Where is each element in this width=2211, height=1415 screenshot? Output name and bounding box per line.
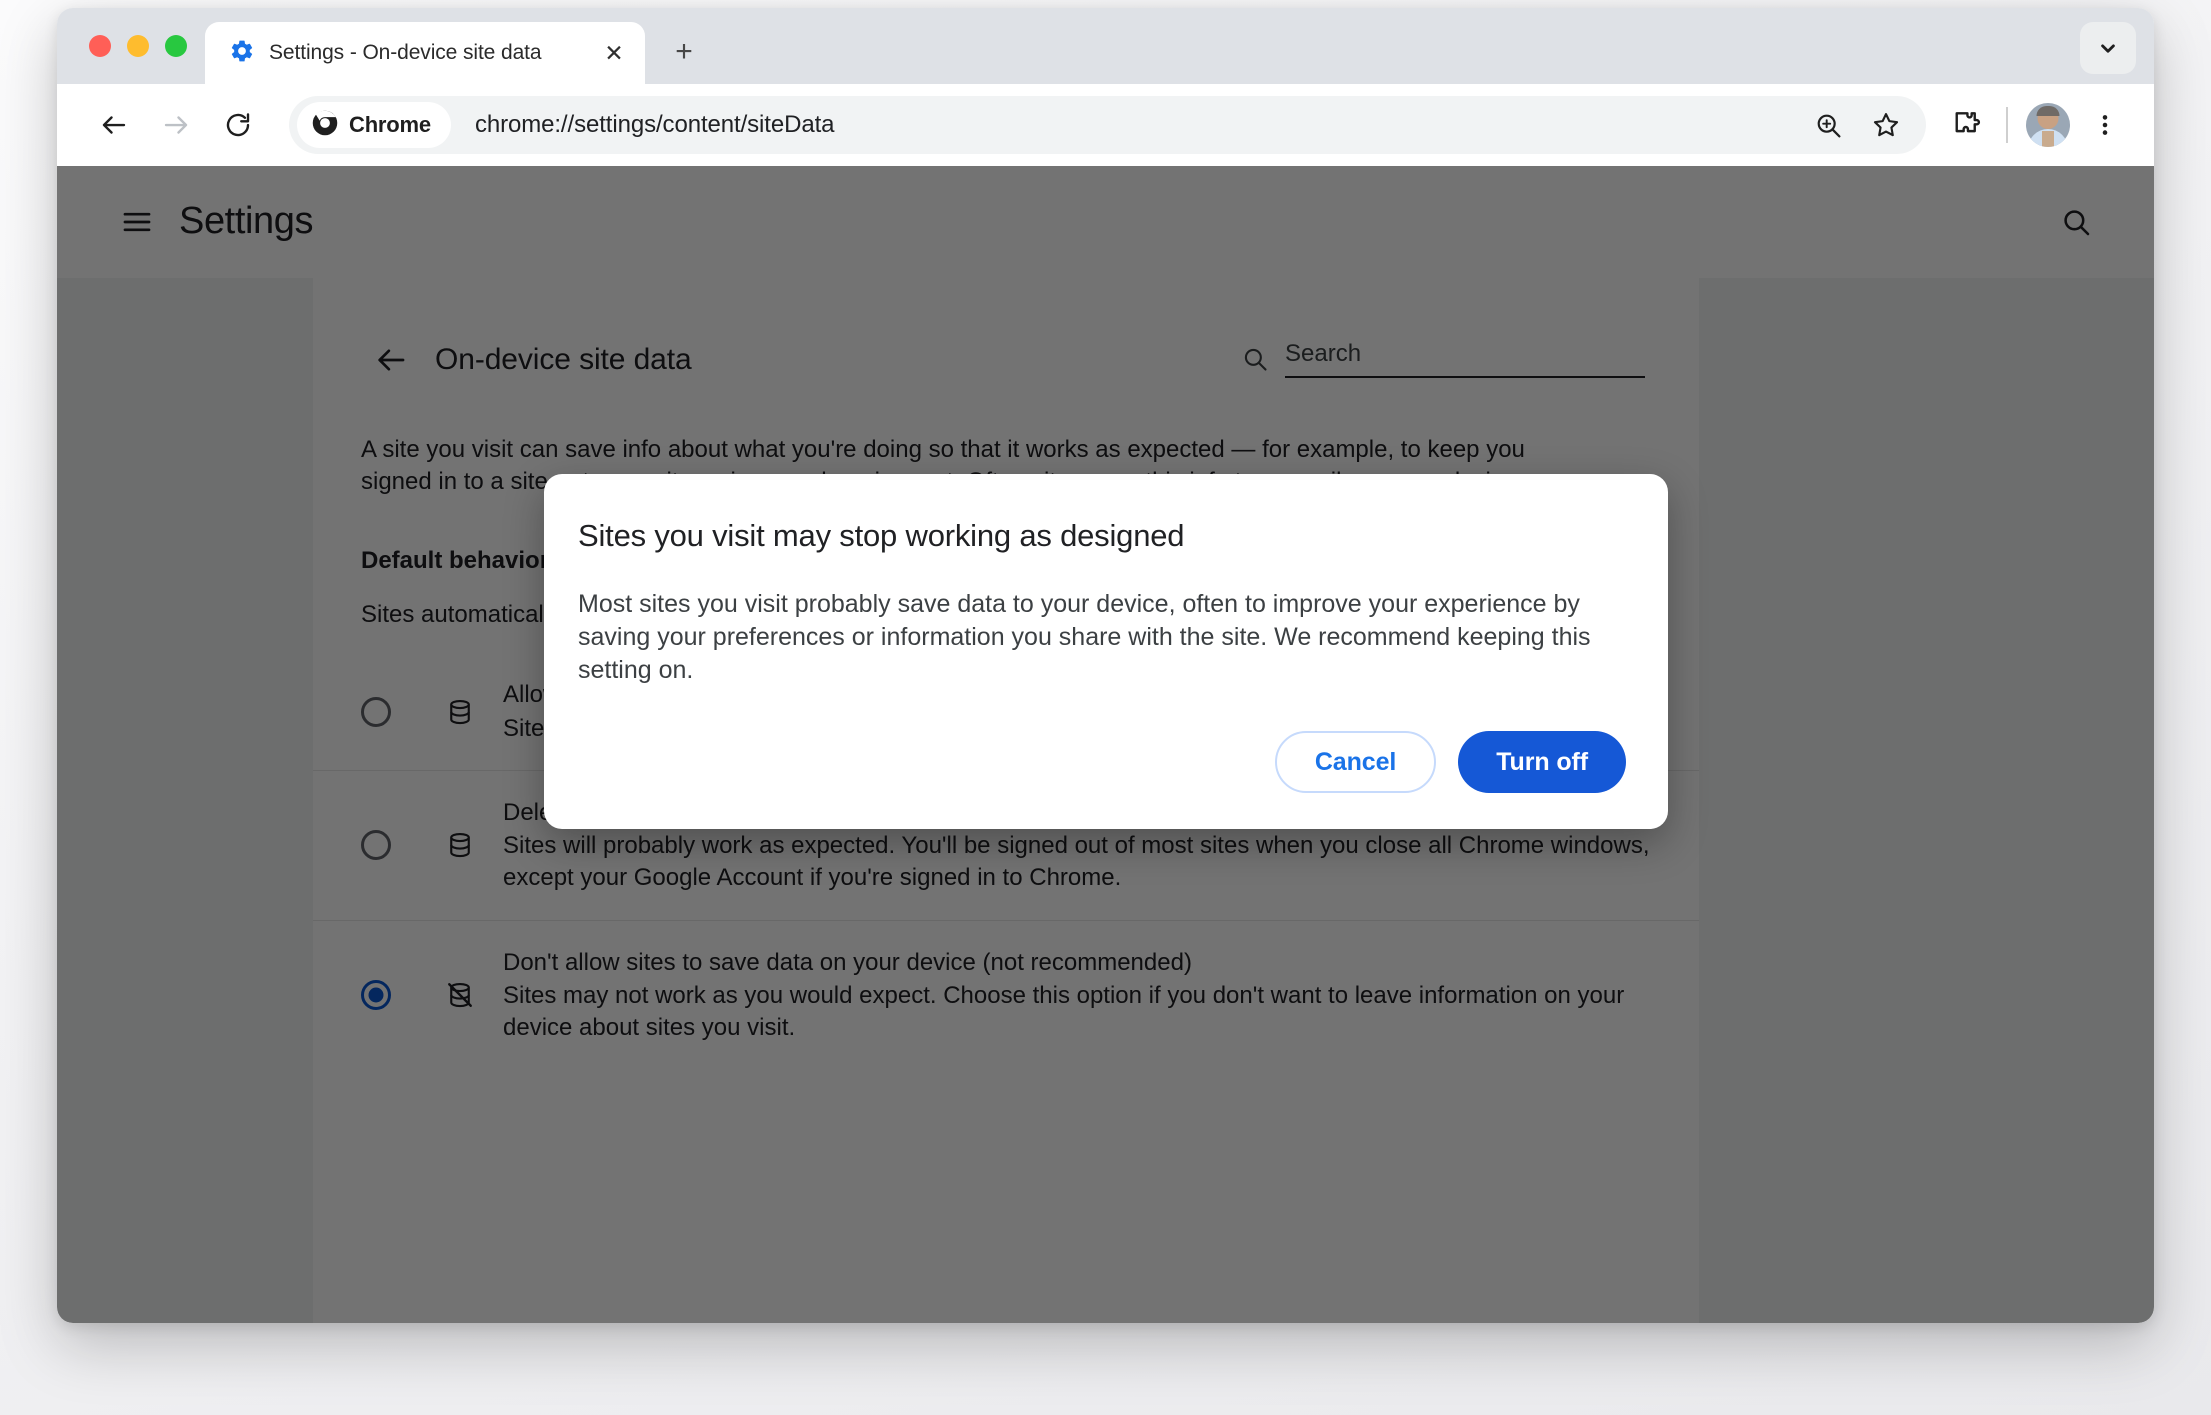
zoom-in-icon[interactable] bbox=[1802, 99, 1854, 151]
browser-tab[interactable]: Settings - On-device site data ✕ bbox=[205, 22, 645, 84]
dialog-body: Most sites you visit probably save data … bbox=[578, 590, 1591, 684]
forward-arrow-icon[interactable] bbox=[145, 94, 207, 156]
chrome-chip-label: Chrome bbox=[349, 112, 431, 137]
dialog-title: Sites you visit may stop working as desi… bbox=[578, 518, 1185, 553]
browser-tab-title: Settings - On-device site data bbox=[269, 41, 542, 64]
chevron-down-icon[interactable] bbox=[2080, 22, 2136, 74]
dialog-actions: Cancel Turn off bbox=[578, 731, 1626, 793]
star-outline-icon[interactable] bbox=[1860, 99, 1912, 151]
back-arrow-icon[interactable] bbox=[83, 94, 145, 156]
tab-strip: Settings - On-device site data ✕ + bbox=[57, 8, 2154, 84]
toolbar-divider bbox=[2006, 107, 2008, 143]
turn-off-button[interactable]: Turn off bbox=[1458, 731, 1626, 793]
address-bar-url[interactable]: chrome://settings/content/siteData bbox=[475, 111, 1802, 139]
reload-icon[interactable] bbox=[207, 94, 269, 156]
settings-gear-icon bbox=[229, 38, 255, 69]
address-bar-actions bbox=[1802, 99, 1918, 151]
window-minimize-button[interactable] bbox=[127, 35, 149, 57]
profile-avatar[interactable] bbox=[2026, 103, 2070, 147]
new-tab-button[interactable]: + bbox=[661, 29, 707, 75]
web-content: Settings On-device site data bbox=[57, 166, 2154, 1323]
puzzle-piece-icon[interactable] bbox=[1936, 96, 1994, 154]
window-traffic-lights bbox=[57, 8, 205, 84]
window-maximize-button[interactable] bbox=[165, 35, 187, 57]
tab-close-icon[interactable]: ✕ bbox=[597, 36, 631, 70]
browser-toolbar: Chrome chrome://settings/content/siteDat… bbox=[57, 84, 2154, 166]
chrome-logo-icon bbox=[311, 109, 339, 142]
browser-window: Settings - On-device site data ✕ + Chrom… bbox=[57, 8, 2154, 1323]
chrome-origin-chip[interactable]: Chrome bbox=[297, 102, 451, 148]
window-close-button[interactable] bbox=[89, 35, 111, 57]
cancel-button[interactable]: Cancel bbox=[1274, 731, 1437, 793]
confirmation-dialog: Sites you visit may stop working as desi… bbox=[544, 474, 1668, 829]
three-dot-menu-icon[interactable] bbox=[2076, 96, 2134, 154]
address-bar[interactable]: Chrome chrome://settings/content/siteDat… bbox=[289, 96, 1926, 154]
